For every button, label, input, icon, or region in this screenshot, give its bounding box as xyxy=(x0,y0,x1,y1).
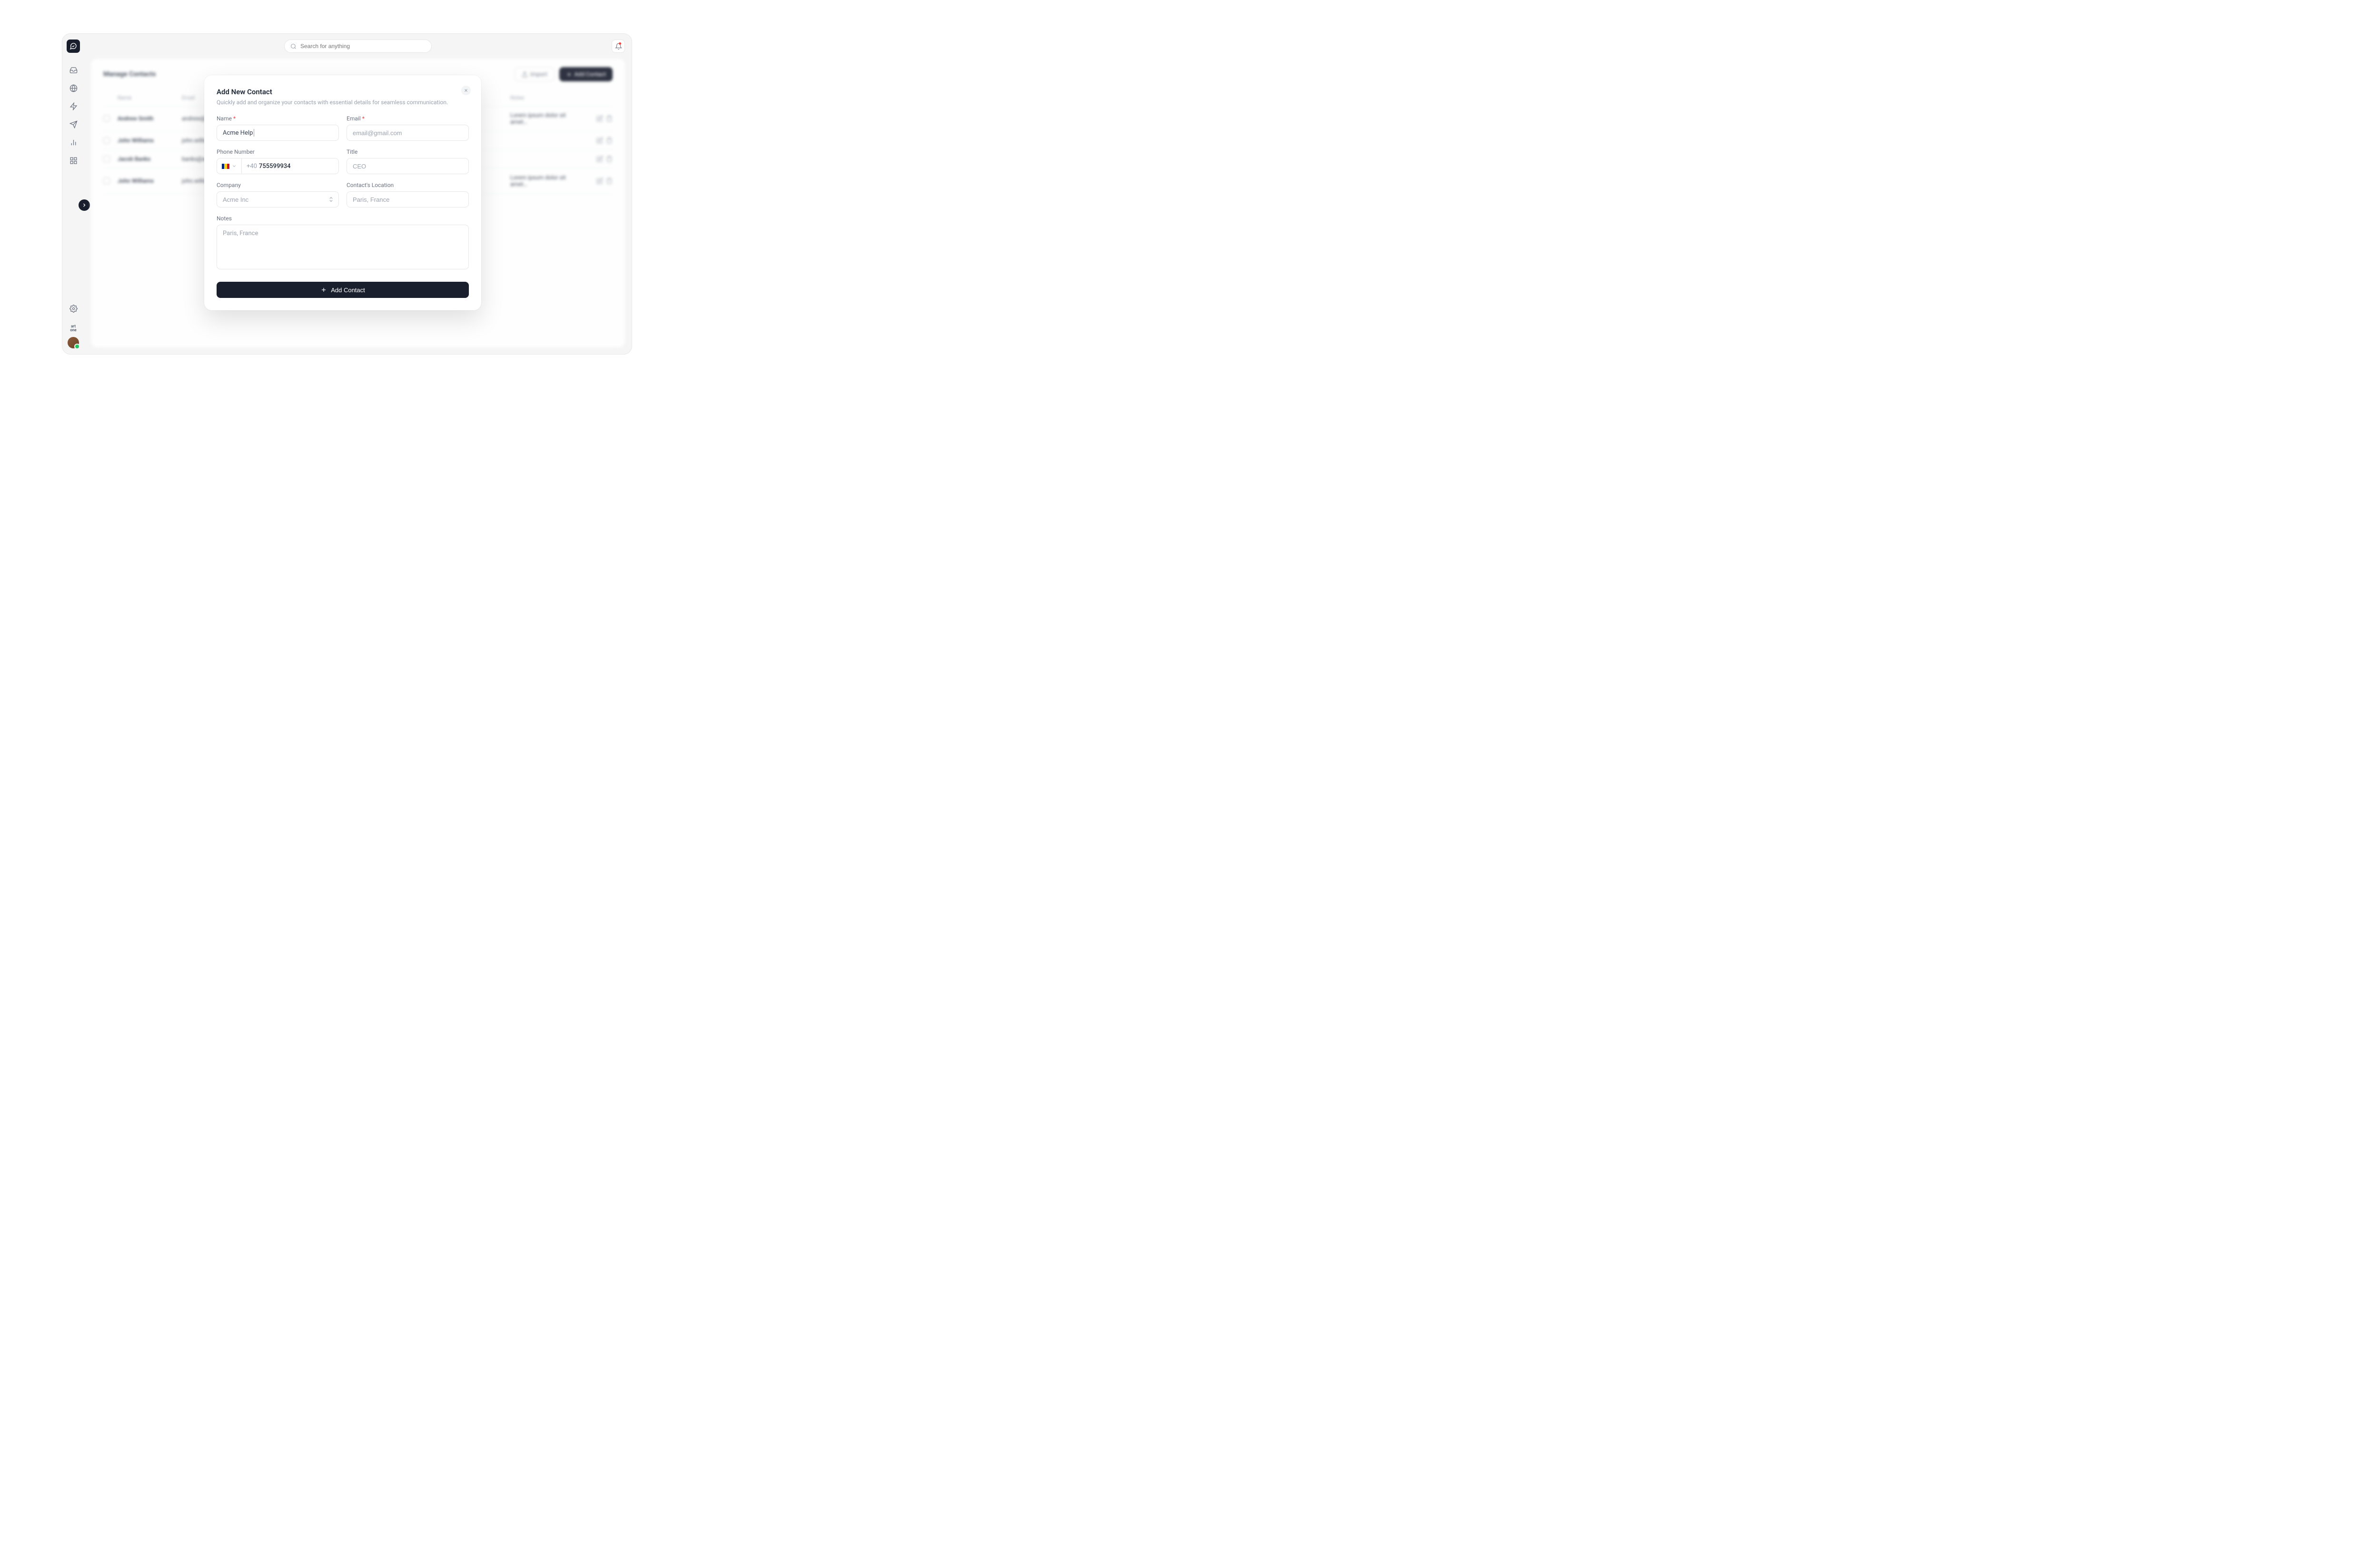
delete-icon[interactable] xyxy=(606,115,613,122)
plus-icon xyxy=(566,71,572,78)
company-label: Company xyxy=(217,182,339,188)
globe-icon[interactable] xyxy=(67,81,80,95)
delete-icon[interactable] xyxy=(606,137,613,144)
search-icon xyxy=(290,43,297,49)
company-select[interactable] xyxy=(217,191,339,208)
modal-title: Add New Contact xyxy=(217,88,469,96)
edit-icon[interactable] xyxy=(596,137,603,144)
row-notes: Lorem ipsum dolor sit amet… xyxy=(510,174,579,188)
send-icon[interactable] xyxy=(67,118,80,131)
name-label: Name * xyxy=(217,115,339,122)
topbar xyxy=(84,34,632,59)
modal-subtitle: Quickly add and organize your contacts w… xyxy=(217,99,469,106)
location-label: Contact's Location xyxy=(347,182,469,188)
page-title: Manage Contacts xyxy=(103,70,156,78)
brand-label: art one xyxy=(70,325,76,332)
phone-input[interactable]: +40 755599934 xyxy=(217,158,339,174)
app-logo[interactable] xyxy=(67,40,80,53)
import-button[interactable]: Import xyxy=(515,67,555,81)
notification-button[interactable] xyxy=(612,40,625,53)
settings-icon[interactable] xyxy=(67,302,80,315)
add-contact-submit-button[interactable]: Add Contact xyxy=(217,282,469,298)
close-icon xyxy=(464,88,468,93)
chevrons-up-down-icon xyxy=(328,197,334,203)
search-box[interactable] xyxy=(284,40,432,53)
country-code-selector[interactable] xyxy=(217,158,242,174)
plus-icon xyxy=(320,287,327,293)
email-input[interactable] xyxy=(347,125,469,141)
phone-prefix: +40 xyxy=(247,163,257,170)
row-name: John Williams xyxy=(118,178,182,184)
title-label: Title xyxy=(347,148,469,155)
apps-icon[interactable] xyxy=(67,154,80,167)
bell-icon xyxy=(615,43,622,50)
row-notes: Lorem ipsum dolor sit amet… xyxy=(510,112,579,125)
user-avatar[interactable] xyxy=(68,337,79,348)
notes-textarea[interactable] xyxy=(217,225,469,269)
upload-icon xyxy=(522,71,528,78)
row-checkbox[interactable] xyxy=(103,137,110,144)
phone-number: 755599934 xyxy=(259,163,291,170)
search-input[interactable] xyxy=(300,43,426,49)
edit-icon[interactable] xyxy=(596,178,603,184)
romania-flag-icon xyxy=(222,164,229,169)
row-name: Andrew Smith xyxy=(118,115,182,122)
add-contact-modal: Add New Contact Quickly add and organize… xyxy=(204,75,481,310)
inbox-icon[interactable] xyxy=(67,63,80,77)
row-name: Jacob Banks xyxy=(118,156,182,162)
row-checkbox[interactable] xyxy=(103,115,110,122)
email-label: Email * xyxy=(347,115,469,122)
row-checkbox[interactable] xyxy=(103,156,110,162)
notes-label: Notes xyxy=(217,215,469,222)
phone-label: Phone Number xyxy=(217,148,339,155)
row-name: John Williams xyxy=(118,137,182,144)
sidebar: art one xyxy=(62,34,84,354)
location-input[interactable] xyxy=(347,191,469,208)
delete-icon[interactable] xyxy=(606,178,613,184)
edit-icon[interactable] xyxy=(596,115,603,122)
delete-icon[interactable] xyxy=(606,156,613,162)
row-checkbox[interactable] xyxy=(103,178,110,184)
name-input[interactable]: Acme Help xyxy=(217,125,339,141)
lightning-icon[interactable] xyxy=(67,99,80,113)
edit-icon[interactable] xyxy=(596,156,603,162)
title-input[interactable] xyxy=(347,158,469,174)
close-modal-button[interactable] xyxy=(461,86,471,95)
chevron-down-icon xyxy=(232,164,237,168)
add-contact-header-button[interactable]: Add Contact xyxy=(559,67,613,81)
chart-icon[interactable] xyxy=(67,136,80,149)
